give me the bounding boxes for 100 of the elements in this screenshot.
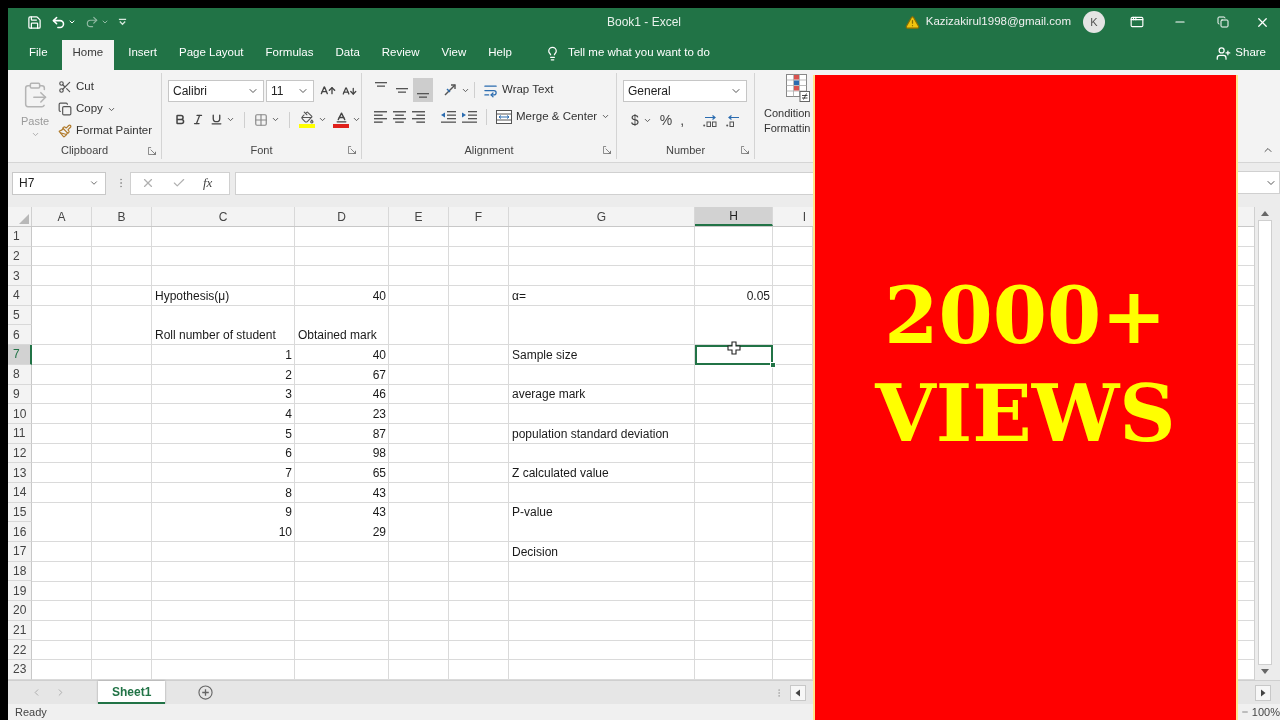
display-options-icon[interactable]	[1129, 15, 1144, 29]
align-bottom-button[interactable]	[413, 78, 433, 102]
comma-style-button[interactable]: ,	[680, 110, 685, 131]
column-header[interactable]: E	[389, 207, 449, 226]
scroll-down-icon[interactable]	[1261, 669, 1269, 674]
row-header[interactable]: 12	[8, 443, 32, 464]
restore-icon[interactable]	[1216, 16, 1229, 28]
dialog-launcher-icon[interactable]	[603, 146, 611, 154]
italic-icon[interactable]	[192, 113, 205, 126]
row-header[interactable]: 22	[8, 640, 32, 661]
align-center-icon[interactable]	[393, 110, 406, 123]
row-header[interactable]: 17	[8, 542, 32, 562]
align-middle-icon	[396, 87, 408, 93]
row-header[interactable]: 6	[8, 325, 32, 346]
scroll-left-icon[interactable]	[790, 684, 806, 701]
row-header[interactable]: 2	[8, 246, 32, 267]
row-header[interactable]: 18	[8, 561, 32, 582]
row-header[interactable]: 23	[8, 660, 32, 680]
column-header[interactable]: C	[152, 207, 295, 226]
undo-icon[interactable]	[51, 14, 66, 30]
avatar[interactable]: K	[1083, 11, 1105, 33]
row-header[interactable]: 5	[8, 305, 32, 326]
column-header[interactable]: F	[449, 207, 509, 226]
wrap-text-button[interactable]: Wrap Text	[483, 81, 554, 99]
dialog-launcher-icon[interactable]	[741, 146, 749, 154]
borders-icon[interactable]	[254, 112, 269, 127]
insert-function-button[interactable]: fx	[203, 173, 213, 193]
orientation-icon[interactable]	[444, 84, 458, 96]
format-painter-button[interactable]: Format Painter	[58, 120, 153, 142]
menu-tab[interactable]: Review	[372, 40, 429, 70]
align-right-icon[interactable]	[412, 110, 425, 123]
sheet-tab[interactable]: Sheet1	[98, 681, 166, 704]
menu-tab[interactable]: Data	[326, 40, 369, 70]
redo-icon[interactable]	[85, 15, 99, 29]
fill-handle-icon[interactable]	[770, 361, 776, 368]
name-box[interactable]: H7	[12, 171, 106, 195]
add-sheet-icon[interactable]	[198, 685, 214, 700]
column-header[interactable]: I	[773, 207, 813, 226]
menu-tab[interactable]: File	[20, 40, 57, 70]
number-format-dropdown[interactable]: General	[623, 80, 747, 102]
row-header[interactable]: 4	[8, 286, 32, 306]
decrease-decimal-icon[interactable]	[726, 114, 742, 127]
menu-tab[interactable]: Formulas	[256, 40, 323, 70]
font-name-dropdown[interactable]: Calibri	[168, 80, 264, 102]
caret-icon	[89, 178, 99, 188]
formula-input[interactable]	[235, 171, 813, 195]
column-header[interactable]: B	[92, 207, 152, 226]
menu-tab[interactable]: Help	[479, 40, 521, 70]
row-header[interactable]: 14	[8, 482, 32, 503]
caret-icon[interactable]	[68, 18, 76, 26]
copy-button[interactable]: Copy	[58, 98, 153, 120]
group-label: Alignment	[464, 142, 514, 158]
caret-icon[interactable]	[101, 18, 109, 26]
tell-me-search[interactable]: Tell me what you want to do	[544, 40, 710, 70]
menu-tab[interactable]: Page Layout	[170, 40, 253, 70]
column-header[interactable]: H	[695, 207, 773, 226]
column-header[interactable]: A	[32, 207, 92, 226]
menu-tab[interactable]: Insert	[119, 40, 166, 70]
column-header[interactable]: D	[295, 207, 389, 226]
row-header[interactable]: 3	[8, 266, 32, 287]
table-cell-text: Decision	[511, 543, 560, 561]
row-header[interactable]: 19	[8, 581, 32, 602]
scroll-right-icon[interactable]	[1255, 684, 1271, 701]
row-header[interactable]: 7	[8, 345, 32, 365]
scrollbar-thumb[interactable]	[1258, 220, 1272, 665]
increase-indent-icon[interactable]	[462, 110, 477, 123]
table-cell-text: Z calculated value	[511, 465, 610, 483]
row-header[interactable]: 20	[8, 601, 32, 621]
dialog-launcher-icon[interactable]	[148, 146, 156, 155]
bold-icon[interactable]	[174, 113, 187, 126]
share-button[interactable]: Share	[1216, 40, 1266, 70]
fill-color-icon[interactable]	[299, 111, 315, 128]
currency-button[interactable]: $	[631, 110, 652, 131]
conditional-formatting-button[interactable]: Condition Formattin	[764, 74, 811, 136]
increase-decimal-icon[interactable]	[703, 114, 719, 127]
menu-tab[interactable]: Home	[61, 40, 115, 70]
row-header[interactable]: 9	[8, 384, 32, 405]
font-size-dropdown[interactable]: 11	[266, 80, 314, 102]
scroll-up-icon[interactable]	[1261, 211, 1269, 216]
save-icon[interactable]	[27, 14, 42, 30]
align-left-icon[interactable]	[374, 110, 387, 123]
dialog-launcher-icon[interactable]	[348, 146, 356, 154]
row-header[interactable]: 11	[8, 423, 32, 444]
row-header[interactable]: 10	[8, 404, 32, 424]
percent-button[interactable]: %	[659, 110, 673, 131]
row-header[interactable]: 16	[8, 522, 32, 542]
decrease-indent-icon[interactable]	[441, 110, 456, 123]
paintbrush-icon	[58, 124, 72, 138]
font-color-icon[interactable]	[333, 111, 349, 128]
underline-icon[interactable]	[210, 113, 224, 126]
row-header[interactable]: 21	[8, 620, 32, 641]
row-header[interactable]: 15	[8, 502, 32, 523]
row-header[interactable]: 8	[8, 364, 32, 385]
customize-icon[interactable]	[118, 18, 127, 26]
table-cell-text: average mark	[511, 386, 587, 404]
menu-tab[interactable]: View	[432, 40, 476, 70]
cut-button[interactable]: Cut	[58, 76, 153, 98]
row-header[interactable]: 13	[8, 463, 32, 483]
row-header[interactable]: 1	[8, 227, 32, 247]
merge-center-button[interactable]: Merge & Center	[496, 108, 611, 126]
